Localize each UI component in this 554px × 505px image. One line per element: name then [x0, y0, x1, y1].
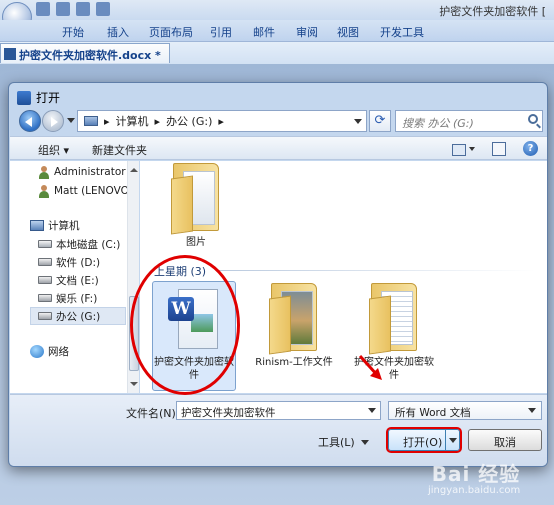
ribbon-tabs: 开始 插入 页面布局 引用 邮件 审阅 视图 开发工具: [0, 20, 554, 42]
open-label: 打开(O): [403, 436, 443, 449]
filename-label: 文件名(N):: [126, 407, 180, 420]
nav-item-label: 网络: [48, 345, 69, 358]
chevron-down-icon: [360, 440, 369, 449]
drive-icon: [38, 276, 52, 284]
dialog-title-text: 打开: [36, 91, 61, 105]
chevron-down-icon[interactable]: [368, 408, 376, 417]
print-preview-icon[interactable]: [76, 2, 90, 16]
filetype-select[interactable]: 所有 Word 文档: [388, 401, 542, 420]
word-app-icon: [17, 90, 31, 105]
navigation-pane: Administrator ( Matt (LENOVO- 计算机 本地磁盘 (…: [10, 161, 139, 393]
group-divider: [216, 270, 536, 271]
back-button[interactable]: [19, 110, 41, 132]
tab-insert[interactable]: 插入: [107, 24, 129, 40]
breadcrumb-drive-g[interactable]: 办公 (G:): [166, 113, 212, 129]
word-title-bar: 护密文件夹加密软件 [: [0, 0, 554, 20]
dialog-footer: 文件名(N): 护密文件夹加密软件 所有 Word 文档 工具(L) 打开(O)…: [10, 394, 547, 466]
document-tab-label: 护密文件夹加密软件.docx *: [19, 49, 161, 62]
search-icon: [528, 114, 538, 124]
tools-label: 工具(L): [318, 436, 355, 449]
open-dialog: 打开 ▸ 计算机 ▸ 办公 (G:) ▸ ⟳ 搜索 办公 (G:) 组织 ▾ 新…: [8, 82, 548, 467]
breadcrumb-computer[interactable]: 计算机: [116, 113, 149, 129]
cancel-button[interactable]: 取消: [468, 429, 542, 451]
breadcrumb-separator-icon: ▸: [104, 114, 110, 128]
network-icon: [30, 344, 44, 358]
tab-view[interactable]: 视图: [337, 24, 359, 40]
scroll-up-icon[interactable]: [130, 164, 138, 172]
system-drive-icon: [38, 240, 52, 248]
computer-icon: [30, 219, 44, 231]
help-icon[interactable]: ?: [523, 141, 538, 156]
file-label: 图片: [186, 237, 206, 248]
filename-input[interactable]: 护密文件夹加密软件: [176, 401, 381, 420]
forward-button[interactable]: [42, 110, 64, 132]
nav-item-label: 办公 (G:): [56, 310, 101, 323]
save-icon[interactable]: [36, 2, 50, 16]
undo-icon[interactable]: [56, 2, 70, 16]
open-options-dropdown[interactable]: [449, 438, 457, 447]
folder-icon: [171, 163, 221, 235]
baidu-watermark: Bai 经验 jingyan.baidu.com: [428, 458, 520, 496]
file-label: Rinism-工作文件: [255, 357, 333, 368]
folder-icon: [269, 283, 319, 355]
window-title: 护密文件夹加密软件 [: [439, 5, 546, 18]
preview-pane-icon[interactable]: [492, 142, 506, 156]
address-dropdown[interactable]: [354, 119, 362, 128]
filetype-value: 所有 Word 文档: [395, 407, 471, 419]
nav-item-label: 本地磁盘 (C:): [56, 238, 121, 251]
redo-icon[interactable]: [96, 2, 110, 16]
search-input[interactable]: 搜索 办公 (G:): [395, 110, 543, 132]
refresh-button[interactable]: ⟳: [369, 110, 391, 132]
nav-item-label: Matt (LENOVO-: [54, 185, 133, 197]
nav-item-drive-g[interactable]: 办公 (G:): [30, 307, 126, 325]
chevron-down-icon: [528, 408, 536, 417]
folder-item-rinism[interactable]: Rinism-工作文件: [250, 283, 338, 369]
address-bar[interactable]: ▸ 计算机 ▸ 办公 (G:) ▸: [77, 110, 367, 132]
drive-icon: [38, 312, 52, 320]
refresh-icon: ⟳: [374, 113, 386, 128]
tab-home[interactable]: 开始: [62, 24, 84, 40]
quick-access-toolbar: [36, 2, 110, 16]
scroll-down-icon[interactable]: [130, 382, 138, 390]
dialog-title: 打开: [17, 89, 60, 106]
drive-icon: [38, 294, 52, 302]
tools-button[interactable]: 工具(L): [318, 431, 369, 451]
user-icon: [38, 184, 50, 198]
open-button[interactable]: 打开(O): [386, 427, 462, 453]
nav-item-label: 软件 (D:): [56, 256, 101, 269]
watermark-url: jingyan.baidu.com: [428, 485, 521, 496]
user-icon: [38, 165, 50, 179]
breadcrumb-separator-icon: ▸: [154, 114, 161, 128]
change-view-button[interactable]: [450, 142, 478, 156]
computer-icon: [84, 116, 98, 126]
cancel-label: 取消: [494, 436, 516, 449]
organize-button[interactable]: 组织 ▾: [38, 142, 69, 158]
tab-developer[interactable]: 开发工具: [380, 24, 424, 40]
watermark-logo: Bai 经验: [431, 462, 521, 486]
breadcrumb-separator-icon: ▸: [218, 114, 224, 128]
tab-references[interactable]: 引用: [210, 24, 232, 40]
recent-locations-dropdown[interactable]: [67, 118, 75, 127]
search-placeholder: 搜索 办公 (G:): [402, 117, 474, 130]
word-doc-icon: [4, 48, 16, 60]
tab-review[interactable]: 审阅: [296, 24, 318, 40]
folder-icon: [369, 283, 419, 355]
annotation-arrow-icon: [358, 354, 382, 380]
nav-item-label: 计算机: [48, 219, 80, 232]
nav-item-label: 文档 (E:): [56, 274, 99, 287]
tab-page-layout[interactable]: 页面布局: [149, 24, 193, 40]
document-tab[interactable]: 护密文件夹加密软件.docx *: [0, 43, 170, 63]
annotation-circle: [130, 255, 240, 395]
split-divider: [445, 430, 446, 450]
nav-item-label: 娱乐 (F:): [56, 292, 98, 305]
filename-value: 护密文件夹加密软件: [181, 407, 276, 419]
drive-icon: [38, 258, 52, 266]
nav-item-label: Administrator (: [54, 166, 134, 178]
new-folder-button[interactable]: 新建文件夹: [92, 142, 147, 158]
command-bar: 组织 ▾ 新建文件夹 ?: [10, 136, 547, 160]
tab-mailings[interactable]: 邮件: [253, 24, 275, 40]
folder-item-pictures[interactable]: 图片: [152, 163, 240, 249]
